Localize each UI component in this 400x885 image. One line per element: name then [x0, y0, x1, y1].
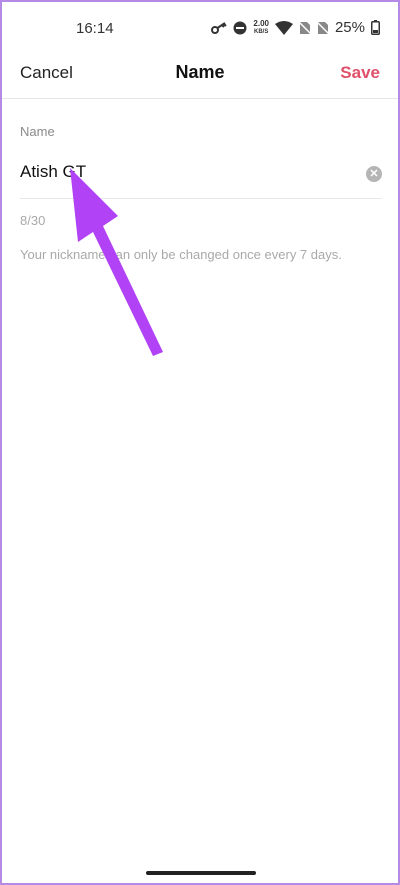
no-sim-icon	[298, 20, 311, 35]
screen-frame: 16:14 2.00 KB/S 25% Cancel Name Save Nam…	[0, 0, 400, 885]
clear-icon[interactable]: ✕	[366, 166, 382, 182]
home-indicator[interactable]	[146, 871, 256, 875]
status-bar: 16:14 2.00 KB/S 25%	[2, 2, 398, 54]
network-speed-value: 2.00	[253, 18, 269, 28]
save-button[interactable]: Save	[340, 63, 380, 83]
annotation-arrow-icon	[70, 168, 163, 356]
status-time: 16:14	[76, 20, 114, 37]
battery-icon	[371, 20, 380, 35]
network-speed-unit: KB/S	[254, 28, 269, 35]
do-not-disturb-icon	[233, 21, 247, 35]
key-icon	[211, 21, 228, 35]
battery-percent: 25%	[334, 19, 365, 36]
name-field-label: Name	[20, 124, 55, 139]
character-count: 8/30	[20, 213, 46, 228]
name-field: ✕	[20, 152, 382, 199]
name-input[interactable]	[20, 158, 340, 186]
cancel-button[interactable]: Cancel	[20, 63, 73, 83]
no-sim-icon	[316, 20, 329, 35]
status-icons: 2.00 KB/S 25%	[211, 19, 380, 36]
helper-text: Your nickname can only be changed once e…	[20, 247, 342, 262]
nav-header: Cancel Name Save	[2, 54, 398, 99]
network-speed: 2.00 KB/S	[253, 18, 269, 36]
wifi-icon	[274, 20, 293, 35]
